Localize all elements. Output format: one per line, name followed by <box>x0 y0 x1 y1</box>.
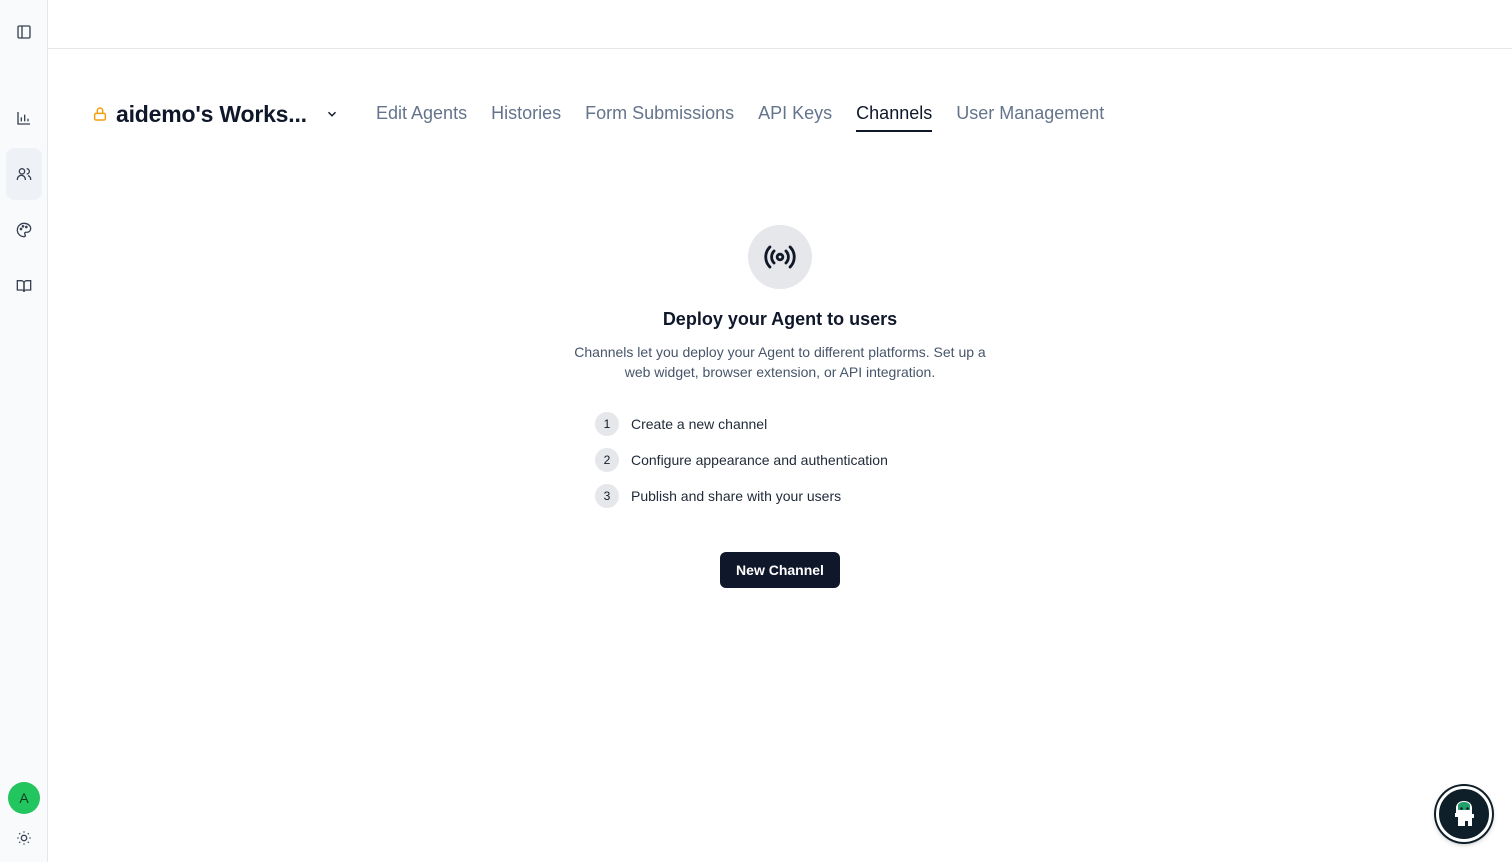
top-bar <box>48 0 1512 49</box>
tab-api-keys[interactable]: API Keys <box>758 98 832 132</box>
tab-channels[interactable]: Channels <box>856 98 933 132</box>
sidebar-item-docs[interactable] <box>6 268 42 304</box>
chatbot-mascot-icon <box>1455 801 1474 826</box>
avatar-initial: A <box>19 790 29 806</box>
sidebar-item-agents[interactable] <box>6 148 42 200</box>
step-text: Create a new channel <box>631 416 768 432</box>
chevron-down-icon[interactable] <box>325 107 339 121</box>
list-item: 2 Configure appearance and authenticatio… <box>595 442 995 478</box>
empty-state-title: Deploy your Agent to users <box>662 309 898 329</box>
empty-state-description: Channels let you deploy your Agent to di… <box>574 344 986 380</box>
list-item: 1 Create a new channel <box>595 406 995 442</box>
sidebar-item-analytics[interactable] <box>6 100 42 136</box>
sidebar-item-theme[interactable] <box>6 212 42 248</box>
palette-icon <box>16 222 32 238</box>
lock-icon <box>93 107 107 121</box>
sidebar: A <box>0 0 48 862</box>
tab-edit-agents[interactable]: Edit Agents <box>376 98 467 132</box>
theme-toggle-button[interactable] <box>6 820 42 856</box>
step-number: 2 <box>595 448 619 472</box>
step-number: 3 <box>595 484 619 508</box>
avatar[interactable]: A <box>8 782 40 814</box>
chat-launcher-button[interactable] <box>1436 786 1492 842</box>
new-channel-button[interactable]: New Channel <box>720 552 840 588</box>
steps-list: 1 Create a new channel 2 Configure appea… <box>595 406 995 514</box>
list-item: 3 Publish and share with your users <box>595 478 995 514</box>
sun-icon <box>17 831 31 845</box>
tab-histories[interactable]: Histories <box>491 98 561 132</box>
users-icon <box>16 168 32 180</box>
broadcast-icon <box>764 245 796 269</box>
tab-user-management[interactable]: User Management <box>956 98 1104 132</box>
step-number: 1 <box>595 412 619 436</box>
book-icon <box>16 280 32 293</box>
panel-toggle-button[interactable] <box>6 14 42 50</box>
panel-toggle-icon <box>17 25 31 39</box>
bar-chart-icon <box>17 112 30 125</box>
workspace-selector[interactable]: aidemo's Works... <box>92 98 339 130</box>
tab-form-submissions[interactable]: Form Submissions <box>585 98 734 132</box>
channels-empty-state: Deploy your Agent to users Channels let … <box>540 225 1020 588</box>
workspace-name: aidemo's Works... <box>116 100 307 127</box>
step-text: Publish and share with your users <box>631 488 842 504</box>
main-tabs: Edit Agents Histories Form Submissions A… <box>376 98 1104 132</box>
broadcast-icon-circle <box>748 225 812 289</box>
step-text: Configure appearance and authentication <box>631 452 888 468</box>
